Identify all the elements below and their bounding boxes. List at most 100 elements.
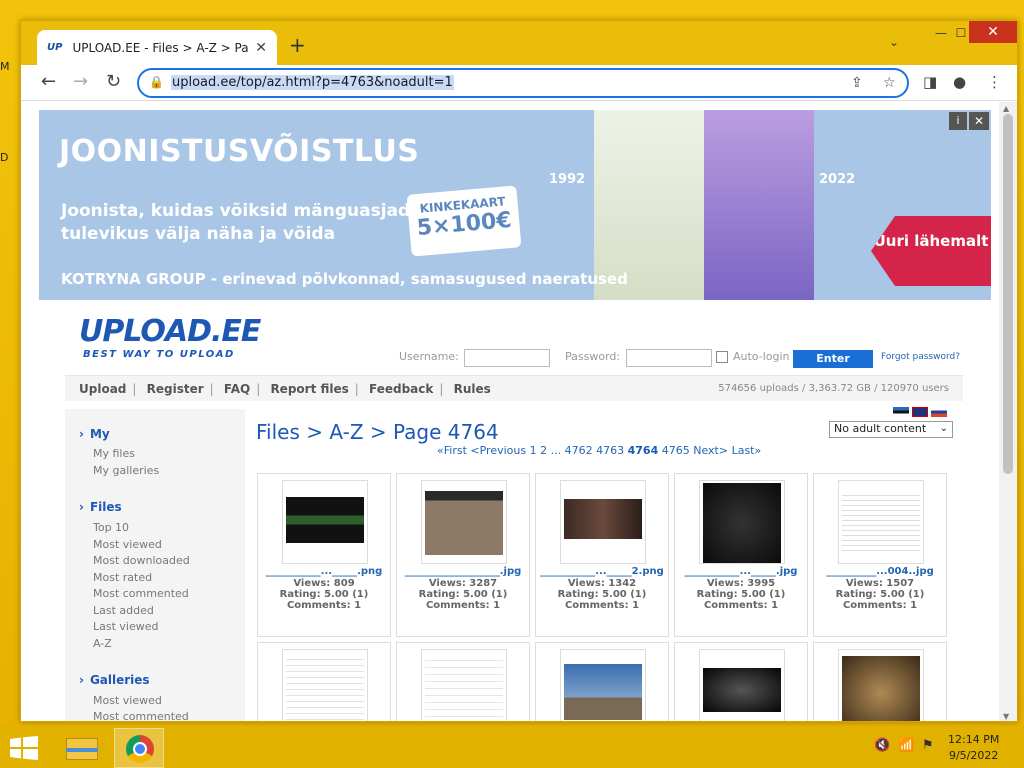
username-input[interactable] (464, 349, 550, 367)
sidebar-item-a-z[interactable]: A-Z (93, 637, 112, 650)
enter-button[interactable]: Enter (793, 350, 873, 368)
sidebar-item-most-viewed[interactable]: Most viewed (93, 538, 162, 551)
side-panel-icon[interactable]: ◨ (923, 73, 937, 91)
file-card[interactable] (257, 642, 391, 721)
ad-cta-button[interactable]: Uuri lähemalt (871, 216, 991, 286)
forward-icon[interactable]: → (73, 71, 88, 92)
menu-faq[interactable]: FAQ (224, 382, 250, 396)
ad-text: Joonista, kuidas võiksid mänguasjad tule… (61, 201, 411, 244)
file-card[interactable]: __________...004..jpg Views: 1507 Rating… (813, 473, 947, 637)
flag-estonian-icon[interactable] (893, 407, 909, 417)
lock-icon[interactable]: 🔒 (149, 75, 164, 89)
sidebar-item-galleries-most-viewed[interactable]: Most viewed (93, 694, 162, 707)
clock-time: 12:14 PM (948, 733, 1000, 746)
tab-search-icon[interactable]: ⌄ (889, 35, 899, 49)
file-card[interactable]: ___________..._____.jpg Views: 3995 Rati… (674, 473, 808, 637)
volume-muted-icon[interactable]: 🔇 (874, 738, 890, 753)
sidebar-item-top10[interactable]: Top 10 (93, 521, 129, 534)
pager-page[interactable]: 4763 (596, 444, 624, 457)
chrome-taskbar-icon[interactable] (114, 728, 164, 768)
menu-kebab-icon[interactable]: ⋮ (987, 73, 1002, 91)
sidebar-item-galleries-most-commented[interactable]: Most commented (93, 710, 189, 721)
flag-english-icon[interactable] (912, 407, 928, 417)
menu-register[interactable]: Register (147, 382, 204, 396)
file-card[interactable]: ___________..._____2.png Views: 1342 Rat… (535, 473, 669, 637)
pager-last[interactable]: Last» (732, 444, 762, 457)
file-card[interactable] (396, 642, 530, 721)
sidebar-heading-files[interactable]: › Files (79, 500, 122, 514)
pager-first[interactable]: «First (437, 444, 467, 457)
reload-icon[interactable]: ↻ (106, 71, 121, 92)
pager-next[interactable]: Next> (693, 444, 728, 457)
share-icon[interactable]: ⇪ (851, 75, 863, 91)
file-name[interactable]: ___________..._____2.png (536, 566, 668, 577)
file-thumbnail[interactable] (282, 649, 368, 721)
address-bar[interactable]: 🔒 upload.ee/top/az.html?p=4763&noadult=1… (137, 68, 909, 98)
flag-russian-icon[interactable] (931, 407, 947, 417)
sidebar-item-most-rated[interactable]: Most rated (93, 571, 152, 584)
pager-page[interactable]: 4762 (565, 444, 593, 457)
menu-upload[interactable]: Upload (79, 382, 126, 396)
sidebar-item-most-downloaded[interactable]: Most downloaded (93, 554, 190, 567)
file-name[interactable]: ___________________.jpg (397, 566, 529, 577)
ad-banner[interactable]: JOONISTUSVÕISTLUS Joonista, kuidas võiks… (39, 110, 991, 300)
bookmark-star-icon[interactable]: ☆ (883, 75, 896, 91)
new-tab-icon[interactable]: + (289, 33, 306, 57)
pager-page[interactable]: 2 (540, 444, 547, 457)
scrollbar-thumb[interactable] (1003, 114, 1013, 474)
file-thumbnail[interactable] (560, 649, 646, 721)
file-thumbnail[interactable] (699, 649, 785, 721)
url-text[interactable]: upload.ee/top/az.html?p=4763&noadult=1 (171, 75, 454, 90)
file-thumbnail[interactable] (282, 480, 368, 564)
pager-previous[interactable]: <Previous (470, 444, 526, 457)
auto-login-checkbox[interactable] (716, 351, 728, 363)
close-window-icon[interactable]: ✕ (969, 21, 1017, 43)
ad-info-icon[interactable]: i (949, 112, 967, 130)
file-card[interactable]: ___________..._____.png Views: 809 Ratin… (257, 473, 391, 637)
file-name[interactable]: __________...004..jpg (814, 566, 946, 577)
password-input[interactable] (626, 349, 712, 367)
sidebar-heading-galleries[interactable]: › Galleries (79, 673, 150, 687)
site-logo[interactable]: UPLOAD.EE (79, 314, 261, 349)
file-name[interactable]: ___________..._____.jpg (675, 566, 807, 577)
pager-page[interactable]: 4765 (662, 444, 690, 457)
file-thumbnail[interactable] (421, 649, 507, 721)
sidebar-heading-my[interactable]: › My (79, 427, 110, 441)
adult-filter-select[interactable]: No adult content ⌄ (829, 421, 953, 438)
file-card[interactable]: ___________________.jpg Views: 3287 Rati… (396, 473, 530, 637)
file-card[interactable] (813, 642, 947, 721)
pager-page[interactable]: 1 (530, 444, 537, 457)
windows-start-icon[interactable] (10, 736, 38, 760)
sidebar-item-most-commented[interactable]: Most commented (93, 587, 189, 600)
vertical-scrollbar[interactable]: ▲ ▼ (999, 102, 1017, 721)
sidebar-item-last-added[interactable]: Last added (93, 604, 154, 617)
clock-date: 9/5/2022 (948, 749, 999, 762)
file-card[interactable] (535, 642, 669, 721)
file-thumbnail[interactable] (699, 480, 785, 564)
file-name[interactable]: ___________..._____.png (258, 566, 390, 577)
file-thumbnail[interactable] (560, 480, 646, 564)
file-card[interactable] (674, 642, 808, 721)
file-thumbnail[interactable] (421, 480, 507, 564)
scroll-down-icon[interactable]: ▼ (1003, 712, 1009, 721)
chevron-down-icon: ⌄ (939, 423, 948, 434)
file-thumbnail[interactable] (838, 649, 924, 721)
browser-tab[interactable]: UP UPLOAD.EE - Files > A-Z > Page 4764 ✕ (37, 30, 277, 65)
network-icon[interactable]: 📶 (898, 738, 914, 753)
tab-close-icon[interactable]: ✕ (255, 40, 267, 56)
sidebar-item-my-files[interactable]: My files (93, 447, 135, 460)
sidebar-item-last-viewed[interactable]: Last viewed (93, 620, 159, 633)
profile-icon[interactable]: ● (953, 73, 966, 91)
file-thumbnail[interactable] (838, 480, 924, 564)
menu-feedback[interactable]: Feedback (369, 382, 433, 396)
taskbar-clock[interactable]: 12:14 PM 9/5/2022 (948, 732, 999, 764)
back-icon[interactable]: ← (41, 71, 56, 92)
action-center-icon[interactable]: ⚑ (922, 738, 934, 753)
forgot-password-link[interactable]: Forgot password? (881, 352, 960, 362)
ad-close-icon[interactable]: ✕ (969, 112, 989, 130)
menu-rules[interactable]: Rules (454, 382, 491, 396)
menu-report-files[interactable]: Report files (270, 382, 348, 396)
scroll-up-icon[interactable]: ▲ (1003, 104, 1009, 113)
sidebar-item-my-galleries[interactable]: My galleries (93, 464, 159, 477)
file-explorer-icon[interactable] (58, 728, 108, 768)
